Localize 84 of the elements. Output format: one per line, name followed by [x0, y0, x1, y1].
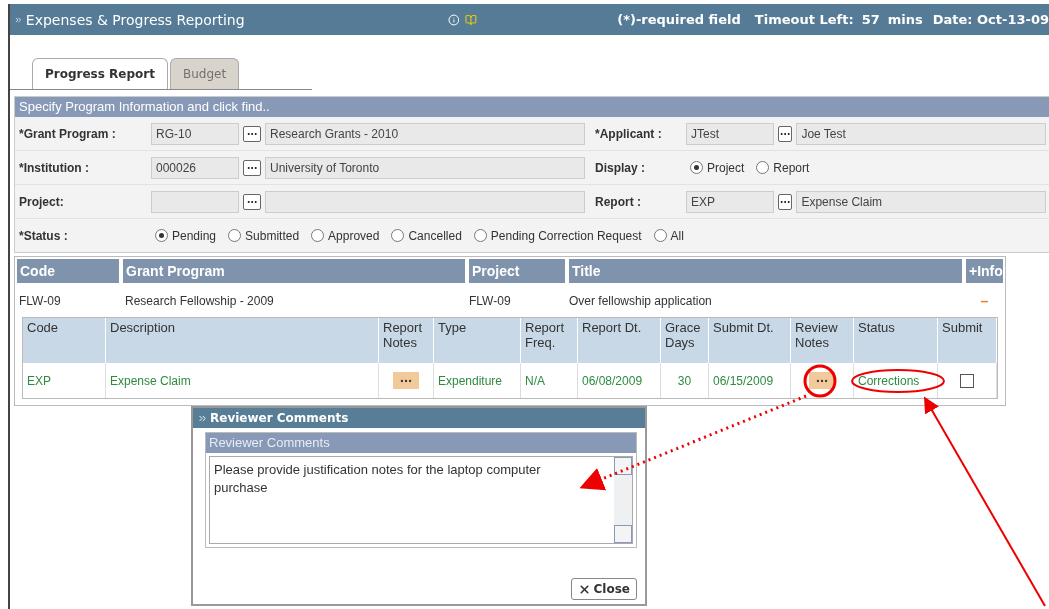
radio-label: Submitted — [245, 228, 300, 243]
radio-label: Project — [707, 160, 745, 175]
lookup-button[interactable] — [243, 125, 261, 142]
lookup-button[interactable] — [243, 193, 261, 210]
column-header: Submit Dt. — [709, 318, 791, 363]
column-header: Report Dt. — [578, 318, 661, 363]
radio-button[interactable] — [756, 161, 770, 174]
column-header: Submit — [938, 318, 997, 363]
close-icon — [577, 582, 591, 596]
code-field[interactable] — [151, 190, 239, 213]
comment-box[interactable]: Please provide justification notes for the laptop computer purchase — [209, 456, 633, 544]
table-cell-text: FLW-09 — [19, 294, 62, 308]
radio-button[interactable] — [690, 161, 703, 174]
lookup-button[interactable] — [778, 193, 793, 210]
table-cell-text: Over fellowship application — [569, 294, 713, 308]
code-field[interactable]: JTest — [686, 122, 774, 145]
radio-button[interactable] — [228, 229, 242, 242]
table-cell: 30 — [661, 363, 709, 398]
table-cell: Expense Claim — [106, 363, 379, 398]
table-cell-text: Research Fellowship - 2009 — [125, 294, 275, 308]
column-header: Grant Program — [122, 258, 466, 284]
field-label: Report : — [594, 194, 642, 209]
column-header: Status — [854, 318, 938, 363]
column-header: Code — [16, 258, 120, 284]
info-icon[interactable] — [447, 11, 460, 28]
table-cell-text: FLW-09 — [469, 294, 512, 308]
lookup-button[interactable] — [243, 159, 261, 176]
name-field[interactable]: Research Grants - 2010 — [265, 122, 585, 145]
timeout-label: Timeout Left: — [754, 12, 854, 27]
timeout-unit: mins — [887, 12, 923, 27]
code-field[interactable]: RG-10 — [151, 122, 239, 145]
table-cell: N/A — [521, 363, 578, 398]
panel-title: Specify Program Information and click find.. — [15, 97, 1049, 117]
report-notes-button[interactable] — [393, 372, 419, 389]
radio-label: Cancelled — [408, 228, 462, 243]
code-field[interactable]: 000026 — [151, 156, 239, 179]
radio-label: Approved — [328, 228, 380, 243]
field-label: *Institution : — [18, 160, 90, 175]
tab[interactable]: Progress Report — [32, 58, 168, 89]
column-header: Review Notes — [791, 318, 854, 363]
radio-label: Report — [773, 160, 810, 175]
name-field[interactable] — [265, 190, 585, 213]
status-link[interactable]: Corrections — [854, 363, 938, 398]
column-header: Report Notes — [379, 318, 434, 363]
name-field[interactable]: Expense Claim — [796, 190, 1046, 213]
radio-button[interactable] — [311, 229, 325, 242]
radio-label: All — [670, 228, 684, 243]
column-header: Project — [468, 258, 566, 284]
timeout-value: 57 — [861, 12, 880, 27]
radio-button[interactable] — [473, 229, 487, 242]
column-header: Report Freq. — [521, 318, 578, 363]
code-field[interactable]: EXP — [686, 190, 774, 213]
field-label: *Grant Program : — [18, 126, 117, 141]
column-header: +Info — [965, 258, 1004, 284]
column-header: Type — [434, 318, 521, 363]
section-title: Reviewer Comments — [206, 433, 636, 453]
field-label: Display : — [594, 160, 646, 175]
radio-label: Pending Correction Request — [490, 228, 642, 243]
column-header: Description — [106, 318, 379, 363]
name-field[interactable]: University of Toronto — [265, 156, 585, 179]
comment-text: Please provide justification notes for the laptop computer purchase — [213, 461, 542, 497]
dialog-title: Reviewer Comments — [210, 410, 349, 427]
table-cell: 06/08/2009 — [578, 363, 661, 398]
table-cell: EXP — [23, 363, 106, 398]
close-button[interactable]: Close — [570, 578, 637, 600]
column-header: Grace Days — [661, 318, 709, 363]
date-text: Date: Oct-13-09 — [932, 12, 1049, 27]
field-label: *Status : — [18, 228, 69, 243]
radio-button[interactable] — [653, 229, 667, 242]
name-field[interactable]: Joe Test — [796, 122, 1046, 145]
field-label: Project: — [18, 194, 65, 209]
required-note: (*)-required field — [617, 12, 741, 27]
page-title: Expenses & Progress Reporting — [25, 11, 246, 28]
table-cell: Expenditure — [434, 363, 521, 398]
radio-button[interactable] — [155, 229, 168, 242]
column-header: Code — [23, 318, 106, 363]
lookup-button[interactable] — [778, 125, 793, 142]
submit-checkbox[interactable] — [960, 373, 974, 388]
table-cell: 06/15/2009 — [709, 363, 791, 398]
radio-button[interactable] — [391, 229, 405, 242]
radio-label: Pending — [172, 228, 217, 243]
column-header: Title — [568, 258, 963, 284]
highlight-circle — [803, 364, 837, 398]
field-label: *Applicant : — [594, 126, 663, 141]
